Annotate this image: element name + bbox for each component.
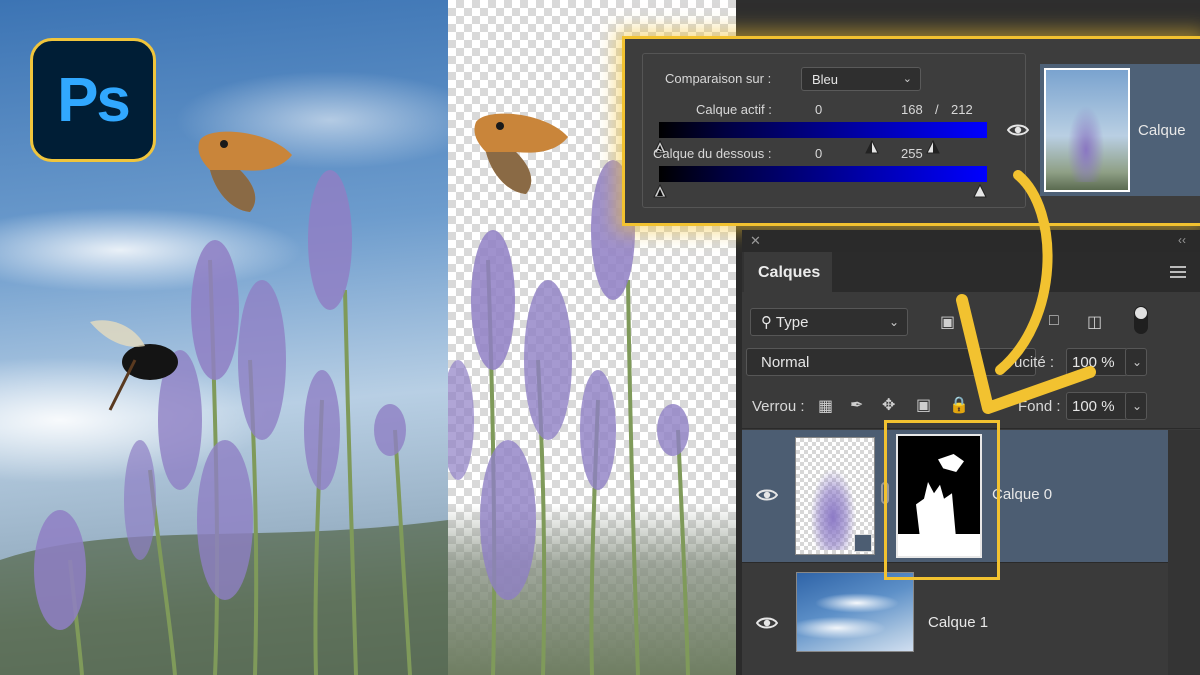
chevron-down-icon: ⌄ [902,73,912,85]
transform-filter-icon[interactable]: □ [1049,312,1059,330]
compare-label: Comparaison sur : [665,71,772,86]
lock-brush-icon[interactable]: ✒ [850,395,863,415]
layer-thumbnail [795,437,875,555]
layer-name[interactable]: Calque 1 [928,614,988,631]
filter-kind-select[interactable]: ⚲ Type ⌄ [750,308,908,336]
this-layer-gradient-slider[interactable] [659,122,987,138]
smart-object-filter-icon[interactable]: ◫ [1087,312,1102,332]
lock-transparency-icon[interactable]: ▦ [818,396,833,416]
lock-artboard-icon[interactable]: ▣ [916,395,931,415]
filter-toggle[interactable] [1134,306,1148,334]
fill-dropdown[interactable]: ⌄ [1125,392,1147,420]
panel-topbar: ✕ ‹‹ [742,230,1200,252]
tab-calques-label: Calques [758,264,821,281]
eye-icon[interactable] [1006,123,1030,137]
layers-scrollbar[interactable] [1168,430,1200,675]
chevron-down-icon: ⌄ [1131,399,1142,413]
butterfly [198,131,292,212]
mask-highlight-frame [884,420,1000,580]
tab-bar [832,252,1200,292]
opacity-input[interactable]: 100 % [1066,348,1128,376]
panel-menu-icon[interactable] [1170,266,1186,278]
lock-all-icon[interactable]: 🔒 [949,395,969,415]
close-icon[interactable]: ✕ [750,233,761,249]
opacity-dropdown[interactable]: ⌄ [1125,348,1147,376]
visibility-eye-icon[interactable] [755,488,779,507]
collapse-icon[interactable]: ‹‹ [1178,233,1186,247]
logo-text: Ps [57,65,131,135]
preview-layer-thumbnail [1044,68,1130,192]
photoshop-logo: Ps [30,38,156,162]
channel-value: Bleu [812,72,839,87]
search-icon: ⚲ [761,314,772,331]
underlying-layer-gradient-slider[interactable] [659,166,987,182]
underlying-layer-black-handle[interactable] [653,183,667,198]
underlying-layer-white-handle[interactable] [973,183,987,198]
tab-calques[interactable]: Calques [744,252,832,292]
layer-row-calque-1[interactable]: Calque 1 [742,564,1168,672]
blend-mode-value: Normal [761,354,810,371]
image-filter-icon[interactable]: ▣ [940,312,955,332]
this-layer-high-split-value: 168 [901,102,923,117]
value-separator: / [935,102,939,117]
this-layer-high-value: 212 [951,102,973,117]
this-layer-low-value: 0 [815,102,823,117]
this-layer-white-handle-left[interactable] [865,139,879,154]
filter-toggle-knob [1135,307,1147,319]
preview-layer-name: Calque [1138,122,1186,139]
underlying-layer-label: Calque du dessous : [653,146,772,161]
opacity-value: 100 % [1072,354,1115,371]
blend-mode-select[interactable]: Normal [746,348,1036,376]
lock-position-icon[interactable]: ✥ [882,395,895,415]
lock-label: Verrou : [752,398,805,415]
underlying-layer-low-value: 0 [815,146,823,161]
underlying-layer-high-value: 255 [901,146,923,161]
fill-label: Fond : [1018,398,1061,415]
smart-object-badge-icon [854,534,872,552]
chevron-down-icon: ⌄ [888,315,899,329]
channel-select[interactable]: Bleu ⌄ [801,67,921,91]
filter-kind-value: Type [775,314,809,331]
fill-input[interactable]: 100 % [1066,392,1128,420]
this-layer-label: Calque actif : [696,102,772,117]
layer-thumbnail [796,572,914,652]
blend-if-group: Comparaison sur : Bleu ⌄ Calque actif : … [642,53,1026,208]
chevron-down-icon: ⌄ [1131,355,1142,369]
fill-value: 100 % [1072,398,1115,415]
opacity-label: ucité : [1014,354,1055,371]
layer-name[interactable]: Calque 0 [992,486,1052,503]
this-layer-white-handle-right[interactable] [926,139,940,154]
visibility-eye-icon[interactable] [755,616,779,635]
